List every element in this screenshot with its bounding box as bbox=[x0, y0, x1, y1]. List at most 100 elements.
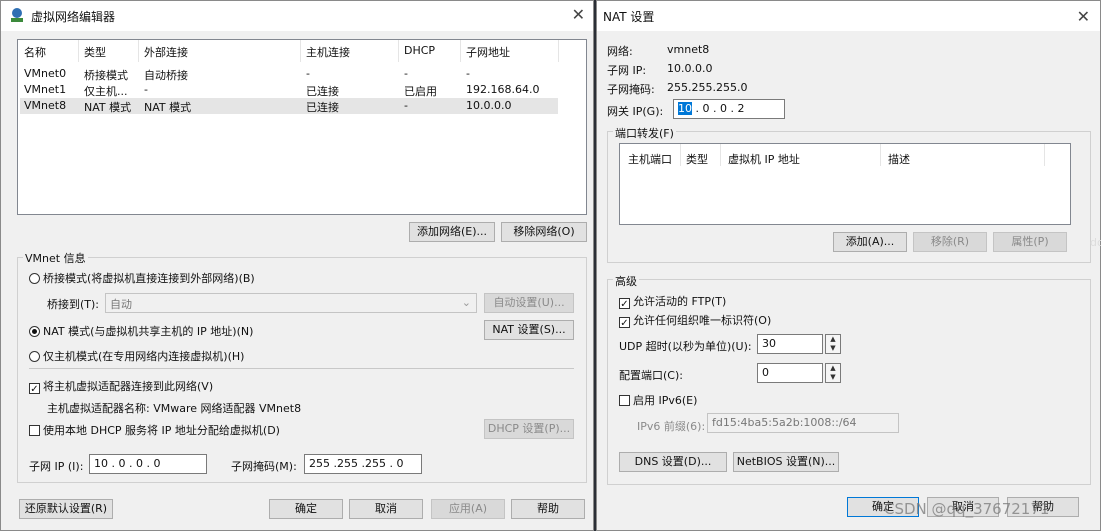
cancel-button[interactable]: 取消 bbox=[349, 499, 423, 519]
adapter-name-text: 主机虚拟适配器名称: VMware 网络适配器 VMnet8 bbox=[47, 402, 302, 415]
window-title: 虚拟网络编辑器 bbox=[31, 10, 116, 24]
host-only-radio[interactable]: 仅主机模式(在专用网络内连接虚拟机)(H) bbox=[29, 348, 244, 364]
config-port-spinner[interactable]: ▲ ▼ bbox=[825, 363, 841, 383]
network-value: vmnet8 bbox=[667, 43, 710, 56]
radio-icon bbox=[29, 351, 40, 362]
network-label: 网络: bbox=[607, 45, 633, 58]
allow-ftp-checkbox[interactable]: ✓ 允许活动的 FTP(T) bbox=[619, 293, 726, 310]
subnet-ip-label: 子网 IP (I): bbox=[29, 460, 84, 473]
ok-button[interactable]: 确定 bbox=[269, 499, 343, 519]
cell: 已启用 bbox=[404, 85, 437, 98]
table-row[interactable]: VMnet0 桥接模式 自动桥接 - - - bbox=[20, 66, 558, 82]
subnet-mask-label: 子网掩码: bbox=[607, 83, 655, 96]
subnet-ip-input[interactable]: 10 . 0 . 0 . 0 bbox=[89, 454, 207, 474]
radio-selected-icon bbox=[29, 326, 40, 337]
bridged-to-select[interactable]: 自动 ⌄ bbox=[105, 293, 477, 313]
cell: 已连接 bbox=[306, 101, 339, 114]
connect-adapter-checkbox[interactable]: ✓ 将主机虚拟适配器连接到此网络(V) bbox=[29, 378, 213, 395]
vmnet-info-label: VMnet 信息 bbox=[23, 250, 88, 266]
cell: 自动桥接 bbox=[144, 69, 188, 82]
col-external[interactable]: 外部连接 bbox=[144, 44, 188, 60]
col-host[interactable]: 主机连接 bbox=[306, 44, 350, 60]
cell: 桥接模式 bbox=[84, 69, 128, 82]
checkbox-icon bbox=[619, 395, 630, 406]
vmnet-info-group bbox=[17, 257, 587, 483]
subnet-mask-input[interactable]: 255 .255 .255 . 0 bbox=[304, 454, 422, 474]
nat-mode-radio[interactable]: NAT 模式(与虚拟机共享主机的 IP 地址)(N) bbox=[29, 323, 253, 339]
bridged-mode-radio[interactable]: 桥接模式(将虚拟机直接连接到外部网络)(B) bbox=[29, 270, 255, 286]
remove-network-button[interactable]: 移除网络(O) bbox=[501, 222, 587, 242]
title-bar: 虚拟网络编辑器 ✕ bbox=[1, 1, 593, 31]
port-forward-list[interactable]: 主机端口 类型 虚拟机 IP 地址 描述 bbox=[619, 143, 1071, 225]
cell: 仅主机... bbox=[84, 85, 128, 98]
ipv6-prefix-input[interactable]: fd15:4ba5:5a2b:1008::/64 bbox=[707, 413, 899, 433]
col-dhcp[interactable]: DHCP bbox=[404, 44, 435, 57]
gateway-ip-first-octet: 10 bbox=[678, 102, 692, 115]
close-icon[interactable]: ✕ bbox=[572, 5, 585, 24]
checkbox-icon bbox=[29, 425, 40, 436]
table-row-selected[interactable]: VMnet8 NAT 模式 NAT 模式 已连接 - 10.0.0.0 bbox=[20, 98, 558, 114]
subnet-ip-label: 子网 IP: bbox=[607, 64, 647, 77]
enable-ipv6-checkbox[interactable]: 启用 IPv6(E) bbox=[619, 392, 697, 408]
port-forward-label: 端口转发(F) bbox=[613, 125, 676, 141]
arrow-down-icon: ▼ bbox=[830, 344, 836, 352]
cell: - bbox=[404, 99, 408, 112]
apply-button[interactable]: 应用(A) bbox=[431, 499, 505, 519]
gateway-ip-rest: . 0 . 0 . 2 bbox=[692, 102, 745, 115]
watermark: CSDN @qq_37672171 bbox=[884, 500, 1050, 518]
network-list[interactable]: 名称 类型 外部连接 主机连接 DHCP 子网地址 VMnet0 桥接模式 自动… bbox=[17, 39, 587, 215]
cell: 已连接 bbox=[306, 85, 339, 98]
col-name[interactable]: 名称 bbox=[24, 44, 46, 60]
add-network-button[interactable]: 添加网络(E)... bbox=[409, 222, 495, 242]
virtual-network-editor-window: 虚拟网络编辑器 ✕ 名称 类型 外部连接 主机连接 DHCP 子网地址 VMne… bbox=[0, 0, 594, 531]
restore-defaults-button[interactable]: 还原默认设置(R) bbox=[19, 499, 113, 519]
remove-port-button[interactable]: 移除(R) bbox=[913, 232, 987, 252]
help-button[interactable]: 帮助 bbox=[511, 499, 585, 519]
subnet-ip-value: 10.0.0.0 bbox=[667, 62, 713, 75]
nat-settings-button[interactable]: NAT 设置(S)... bbox=[484, 320, 574, 340]
use-dhcp-checkbox[interactable]: 使用本地 DHCP 服务将 IP 地址分配给虚拟机(D) bbox=[29, 422, 280, 438]
col-host-port[interactable]: 主机端口 bbox=[628, 151, 672, 167]
config-port-label: 配置端口(C): bbox=[619, 369, 683, 382]
advanced-label: 高级 bbox=[613, 273, 639, 289]
subnet-mask-value: 255.255.255.0 bbox=[667, 81, 748, 94]
netbios-settings-button[interactable]: NetBIOS 设置(N)... bbox=[733, 452, 839, 472]
auto-settings-button[interactable]: 自动设置(U)... bbox=[484, 293, 574, 313]
arrow-up-icon: ▲ bbox=[830, 335, 836, 343]
udp-timeout-label: UDP 超时(以秒为单位)(U): bbox=[619, 340, 752, 353]
radio-icon bbox=[29, 273, 40, 284]
config-port-input[interactable]: 0 bbox=[757, 363, 823, 383]
gateway-ip-input[interactable]: 10 . 0 . 0 . 2 bbox=[673, 99, 785, 119]
checkbox-checked-icon: ✓ bbox=[619, 317, 630, 329]
cell: 10.0.0.0 bbox=[466, 99, 512, 112]
dhcp-settings-button[interactable]: DHCP 设置(P)... bbox=[484, 419, 574, 439]
cell: VMnet1 bbox=[24, 83, 67, 96]
bridged-to-label: 桥接到(T): bbox=[47, 298, 100, 311]
cell: - bbox=[466, 67, 470, 80]
add-port-button[interactable]: 添加(A)... bbox=[833, 232, 907, 252]
col-subnet[interactable]: 子网地址 bbox=[466, 44, 510, 60]
col-vm-ip[interactable]: 虚拟机 IP 地址 bbox=[728, 151, 800, 167]
cell: 192.168.64.0 bbox=[466, 83, 540, 96]
dns-settings-button[interactable]: DNS 设置(D)... bbox=[619, 452, 727, 472]
ipv6-prefix-label: IPv6 前缀(6): bbox=[637, 420, 706, 433]
divider bbox=[29, 368, 574, 369]
port-properties-button[interactable]: 属性(P) bbox=[993, 232, 1067, 252]
background-text-fragment: do bbox=[1090, 236, 1101, 249]
allow-oui-checkbox[interactable]: ✓ 允许任何组织唯一标识符(O) bbox=[619, 312, 771, 329]
title-bar: NAT 设置 ✕ bbox=[597, 1, 1100, 31]
udp-timeout-spinner[interactable]: ▲ ▼ bbox=[825, 334, 841, 354]
col-description[interactable]: 描述 bbox=[888, 151, 910, 167]
cell: - bbox=[306, 67, 310, 80]
chevron-down-icon: ⌄ bbox=[461, 296, 471, 309]
cell: NAT 模式 bbox=[144, 101, 192, 114]
cell: - bbox=[144, 83, 148, 96]
checkbox-checked-icon: ✓ bbox=[619, 298, 630, 310]
col-type[interactable]: 类型 bbox=[686, 151, 708, 167]
cell: VMnet8 bbox=[24, 99, 67, 112]
window-title: NAT 设置 bbox=[603, 10, 655, 24]
udp-timeout-input[interactable]: 30 bbox=[757, 334, 823, 354]
table-row[interactable]: VMnet1 仅主机... - 已连接 已启用 192.168.64.0 bbox=[20, 82, 558, 98]
close-icon[interactable]: ✕ bbox=[1077, 7, 1090, 26]
col-type[interactable]: 类型 bbox=[84, 44, 106, 60]
